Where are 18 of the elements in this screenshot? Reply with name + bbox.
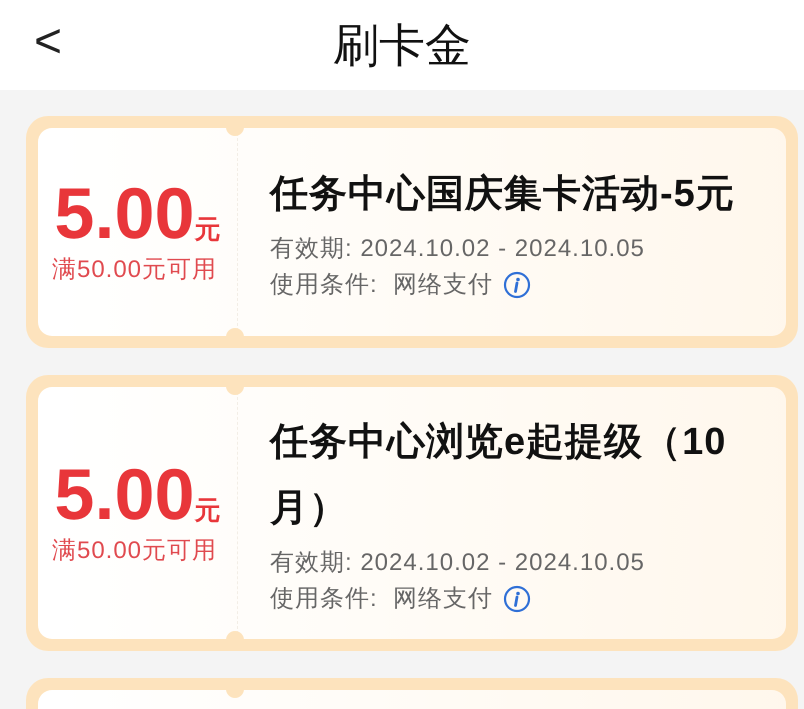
- usage-condition: 使用条件: 网络支付: [270, 270, 494, 300]
- coupon-amount: 5.00: [54, 176, 195, 252]
- validity-period: 有效期: 2024.10.02 - 2024.10.05: [270, 234, 646, 264]
- currency-unit: 元: [194, 494, 221, 527]
- coupon-card[interactable]: 5.00元 满50.00元可用 任务中心浏览e起提级（10月） 有效期: 2024.10.02 - 2024.10.05 使用条件: 网络支付: [26, 375, 798, 651]
- info-icon[interactable]: [503, 585, 532, 613]
- currency-unit: 元: [194, 213, 221, 246]
- coupon-amount: 5.00: [54, 457, 195, 533]
- coupon-title: 任务中心浏览e起提级（10月）: [270, 420, 728, 531]
- page-title: 刷卡金: [333, 18, 471, 72]
- info-icon[interactable]: [503, 271, 532, 299]
- coupon-card[interactable]: 5.00元 满50.00元可用 任务中心国庆集卡活动-5元 有效期: 2024.10.02 - 2024.10.05 使用条件: 网络支付: [26, 116, 798, 348]
- coupon-title: 任务中心国庆集卡活动-5元: [270, 172, 736, 217]
- usage-condition: 使用条件: 网络支付: [270, 584, 494, 614]
- usage-threshold: 满50.00元可用: [52, 255, 218, 285]
- back-button[interactable]: <: [34, 14, 62, 70]
- validity-period: 有效期: 2024.10.02 - 2024.10.05: [270, 548, 646, 578]
- usage-threshold: 满50.00元可用: [52, 536, 218, 566]
